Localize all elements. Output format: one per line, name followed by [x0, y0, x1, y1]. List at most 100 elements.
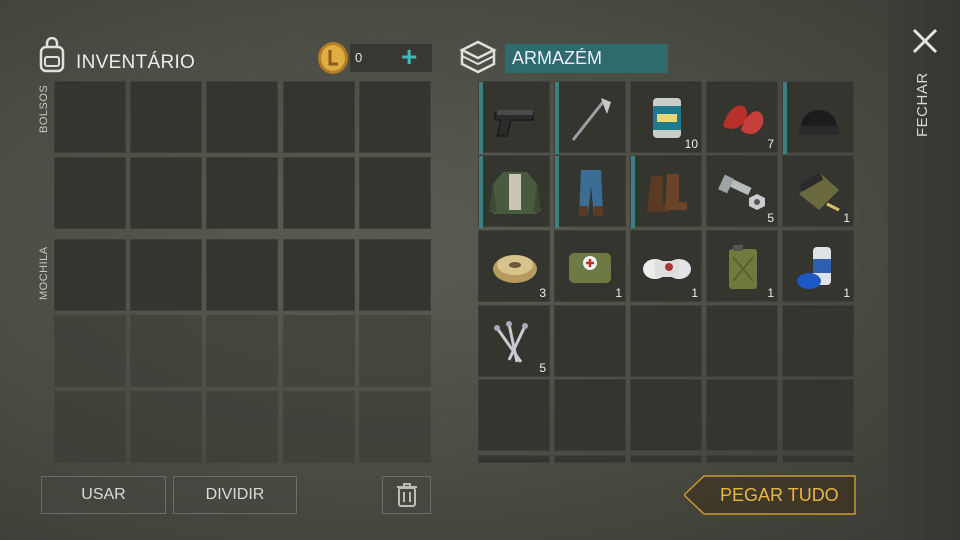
- pocket-slot[interactable]: [206, 157, 278, 229]
- coin-icon: [316, 40, 350, 76]
- storage-item-slot[interactable]: [554, 81, 626, 154]
- bandage-icon: [643, 259, 691, 279]
- take-all-label: PEGAR TUDO: [720, 485, 839, 505]
- pocket-slot[interactable]: [54, 81, 126, 153]
- storage-empty-slot[interactable]: [782, 379, 854, 451]
- bolt-nut-icon: [718, 174, 765, 210]
- storage-empty-slot[interactable]: [554, 455, 626, 463]
- coin-count: 0: [355, 50, 363, 65]
- storage-item-slot[interactable]: 5: [478, 305, 550, 377]
- storage-empty-slot[interactable]: [630, 379, 702, 451]
- beanie-hat-icon: [799, 110, 839, 135]
- take-all-button[interactable]: PEGAR TUDO: [684, 475, 856, 515]
- storage-item-slot[interactable]: 10: [630, 81, 702, 153]
- item-quantity: 10: [684, 137, 698, 151]
- storage-title: ARMAZÉM: [505, 44, 668, 73]
- storage-item-slot[interactable]: 1: [706, 230, 778, 302]
- storage-empty-slot[interactable]: [706, 455, 778, 463]
- item-quantity: 5: [539, 361, 546, 375]
- storage-empty-slot[interactable]: [478, 379, 550, 451]
- storage-empty-slot[interactable]: [478, 455, 550, 463]
- backpack-slot[interactable]: [130, 315, 202, 387]
- storage-empty-slot[interactable]: [630, 305, 702, 377]
- equipable-marker: [555, 156, 559, 228]
- storage-item-slot[interactable]: 1: [630, 230, 702, 302]
- pocket-slot[interactable]: [54, 157, 126, 229]
- storage-item-slot[interactable]: 1: [782, 230, 854, 302]
- pocket-slot[interactable]: [130, 81, 202, 153]
- storage-empty-slot[interactable]: [782, 455, 854, 463]
- pocket-slot[interactable]: [359, 81, 431, 153]
- backpack-slot[interactable]: [359, 391, 431, 463]
- backpack-slot[interactable]: [283, 391, 355, 463]
- split-button[interactable]: DIVIDIR: [173, 476, 297, 514]
- jerrycan-icon: [729, 245, 757, 289]
- storage-empty-slot[interactable]: [630, 455, 702, 463]
- spray-paint-icon: [797, 247, 831, 289]
- backpack-slot[interactable]: [54, 391, 126, 463]
- close-icon[interactable]: [910, 26, 940, 56]
- item-quantity: 3: [539, 286, 546, 300]
- backpack-slot[interactable]: [206, 315, 278, 387]
- pocket-slot[interactable]: [283, 81, 355, 153]
- inventory-title: INVENTÁRIO: [76, 52, 196, 73]
- backpack-slot[interactable]: [206, 391, 278, 463]
- pocket-slot[interactable]: [283, 157, 355, 229]
- storage-item-slot[interactable]: [478, 81, 550, 154]
- item-quantity: 1: [843, 286, 850, 300]
- storage-item-slot[interactable]: [554, 155, 626, 228]
- storage-empty-slot[interactable]: [706, 305, 778, 377]
- close-label[interactable]: FECHAR: [914, 72, 931, 137]
- backpack-slot[interactable]: [54, 239, 126, 311]
- backpack-slot[interactable]: [359, 315, 431, 387]
- storage-item-slot[interactable]: 3: [478, 230, 550, 302]
- storage-box-icon: [458, 38, 498, 74]
- backpack-slot[interactable]: [283, 239, 355, 311]
- backpack-icon: [34, 36, 70, 73]
- pocket-slot[interactable]: [359, 157, 431, 229]
- item-quantity: 1: [843, 211, 850, 225]
- backpack-slot[interactable]: [283, 315, 355, 387]
- coin-box: [350, 44, 432, 72]
- backpack-slot[interactable]: [130, 391, 202, 463]
- storage-item-slot[interactable]: [478, 155, 550, 228]
- equipable-marker: [631, 156, 635, 228]
- hoe-icon: [571, 98, 611, 141]
- storage-item-slot[interactable]: 5: [706, 155, 778, 227]
- weapon-parts-icon: [798, 172, 840, 212]
- trash-button[interactable]: [382, 476, 431, 514]
- backpack-label: MOCHILA: [38, 246, 50, 300]
- equipable-marker: [783, 82, 787, 154]
- backpack-slot[interactable]: [130, 239, 202, 311]
- item-quantity: 1: [691, 286, 698, 300]
- storage-item-slot[interactable]: 7: [706, 81, 778, 153]
- backpack-slot[interactable]: [206, 239, 278, 311]
- equipable-marker: [555, 82, 559, 154]
- storage-item-slot[interactable]: [630, 155, 702, 228]
- storage-empty-slot[interactable]: [782, 305, 854, 377]
- pocket-slot[interactable]: [130, 157, 202, 229]
- jeans-icon: [579, 170, 603, 216]
- backpack-slot[interactable]: [54, 315, 126, 387]
- first-aid-bag-icon: [569, 253, 611, 283]
- storage-empty-slot[interactable]: [554, 305, 626, 377]
- pocket-slot[interactable]: [206, 81, 278, 153]
- equipable-marker: [479, 156, 483, 228]
- storage-empty-slot[interactable]: [706, 379, 778, 451]
- item-quantity: 5: [767, 211, 774, 225]
- use-button[interactable]: USAR: [41, 476, 166, 514]
- equipable-marker: [479, 82, 483, 154]
- item-quantity: 7: [767, 137, 774, 151]
- storage-empty-slot[interactable]: [554, 379, 626, 451]
- item-quantity: 1: [767, 286, 774, 300]
- pockets-label: BOLSOS: [38, 84, 50, 133]
- trash-icon: [396, 483, 417, 507]
- backpack-slot[interactable]: [359, 239, 431, 311]
- add-coins-button[interactable]: +: [401, 42, 417, 72]
- storage-item-slot[interactable]: 1: [554, 230, 626, 302]
- storage-item-slot[interactable]: [782, 81, 854, 154]
- jacket-icon: [489, 172, 541, 214]
- nails-icon: [494, 321, 528, 363]
- raw-meat-icon: [723, 105, 764, 135]
- storage-item-slot[interactable]: 1: [782, 155, 854, 227]
